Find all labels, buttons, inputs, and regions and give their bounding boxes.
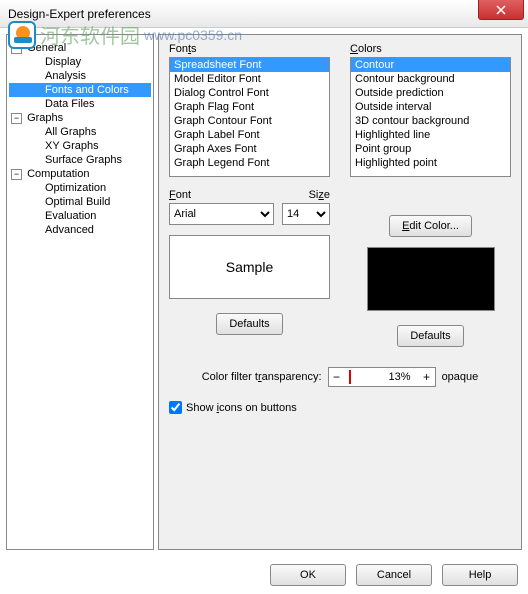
- collapse-icon[interactable]: −: [11, 113, 22, 124]
- list-item[interactable]: Graph Legend Font: [170, 156, 329, 170]
- tree-item-data-files[interactable]: Data Files: [9, 97, 151, 111]
- list-item[interactable]: Highlighted point: [351, 156, 510, 170]
- list-item[interactable]: Point group: [351, 142, 510, 156]
- preferences-tree[interactable]: − General Display Analysis Fonts and Col…: [6, 34, 154, 550]
- show-icons-row: Show icons on buttons: [169, 401, 511, 414]
- tree-item-all-graphs[interactable]: All Graphs: [9, 125, 151, 139]
- transparency-spinner[interactable]: − 13% +: [328, 367, 436, 387]
- spinner-minus-button[interactable]: −: [329, 368, 345, 386]
- tree-item-analysis[interactable]: Analysis: [9, 69, 151, 83]
- colors-panel: Colors Contour Contour background Outsid…: [350, 43, 511, 347]
- size-label: Size: [282, 189, 330, 201]
- tree-group-graphs[interactable]: − Graphs: [9, 111, 151, 125]
- tree-item-optimization[interactable]: Optimization: [9, 181, 151, 195]
- titlebar: Design-Expert preferences: [0, 0, 528, 28]
- main-panel: Fonts Spreadsheet Font Model Editor Font…: [158, 34, 522, 550]
- fonts-listbox[interactable]: Spreadsheet Font Model Editor Font Dialo…: [169, 57, 330, 177]
- list-item[interactable]: Model Editor Font: [170, 72, 329, 86]
- list-item[interactable]: Contour background: [351, 72, 510, 86]
- help-button[interactable]: Help: [442, 564, 518, 586]
- tree-group-computation[interactable]: − Computation: [9, 167, 151, 181]
- font-label: Font: [169, 189, 274, 201]
- list-item[interactable]: Outside prediction: [351, 86, 510, 100]
- collapse-icon[interactable]: −: [11, 169, 22, 180]
- list-item[interactable]: Contour: [351, 58, 510, 72]
- cancel-button[interactable]: Cancel: [356, 564, 432, 586]
- list-item[interactable]: Outside interval: [351, 100, 510, 114]
- colors-defaults-button[interactable]: Defaults: [397, 325, 463, 347]
- show-icons-checkbox[interactable]: [169, 401, 182, 414]
- list-item[interactable]: Graph Label Font: [170, 128, 329, 142]
- transparency-value: 13%: [381, 371, 419, 383]
- close-icon: [496, 5, 506, 15]
- transparency-label: Color filter transparency:: [202, 371, 322, 383]
- tree-item-optimal-build[interactable]: Optimal Build: [9, 195, 151, 209]
- tree-item-evaluation[interactable]: Evaluation: [9, 209, 151, 223]
- fonts-defaults-button[interactable]: Defaults: [216, 313, 282, 335]
- window-title: Design-Expert preferences: [8, 7, 151, 21]
- size-select[interactable]: 14: [282, 203, 330, 225]
- list-item[interactable]: Graph Axes Font: [170, 142, 329, 156]
- font-select[interactable]: Arial: [169, 203, 274, 225]
- list-item[interactable]: Graph Contour Font: [170, 114, 329, 128]
- tree-group-general[interactable]: − General: [9, 41, 151, 55]
- fonts-panel: Fonts Spreadsheet Font Model Editor Font…: [169, 43, 330, 347]
- dialog-footer: OK Cancel Help: [270, 564, 518, 586]
- font-sample: Sample: [169, 235, 330, 299]
- edit-color-button[interactable]: Edit Color...: [389, 215, 472, 237]
- collapse-icon[interactable]: −: [11, 43, 22, 54]
- list-item[interactable]: Dialog Control Font: [170, 86, 329, 100]
- spinner-track[interactable]: [345, 368, 381, 386]
- tree-item-fonts-and-colors[interactable]: Fonts and Colors: [9, 83, 151, 97]
- tree-item-advanced[interactable]: Advanced: [9, 223, 151, 237]
- transparency-row: Color filter transparency: − 13% + opaqu…: [169, 367, 511, 387]
- transparency-suffix: opaque: [442, 371, 479, 383]
- close-button[interactable]: [478, 0, 524, 20]
- spinner-plus-button[interactable]: +: [419, 368, 435, 386]
- tree-item-display[interactable]: Display: [9, 55, 151, 69]
- color-preview: [367, 247, 495, 311]
- ok-button[interactable]: OK: [270, 564, 346, 586]
- colors-label: Colors: [350, 43, 511, 55]
- show-icons-label[interactable]: Show icons on buttons: [186, 402, 297, 414]
- tree-item-xy-graphs[interactable]: XY Graphs: [9, 139, 151, 153]
- fonts-label: Fonts: [169, 43, 330, 55]
- list-item[interactable]: 3D contour background: [351, 114, 510, 128]
- list-item[interactable]: Spreadsheet Font: [170, 58, 329, 72]
- tree-item-surface-graphs[interactable]: Surface Graphs: [9, 153, 151, 167]
- list-item[interactable]: Graph Flag Font: [170, 100, 329, 114]
- list-item[interactable]: Highlighted line: [351, 128, 510, 142]
- colors-listbox[interactable]: Contour Contour background Outside predi…: [350, 57, 511, 177]
